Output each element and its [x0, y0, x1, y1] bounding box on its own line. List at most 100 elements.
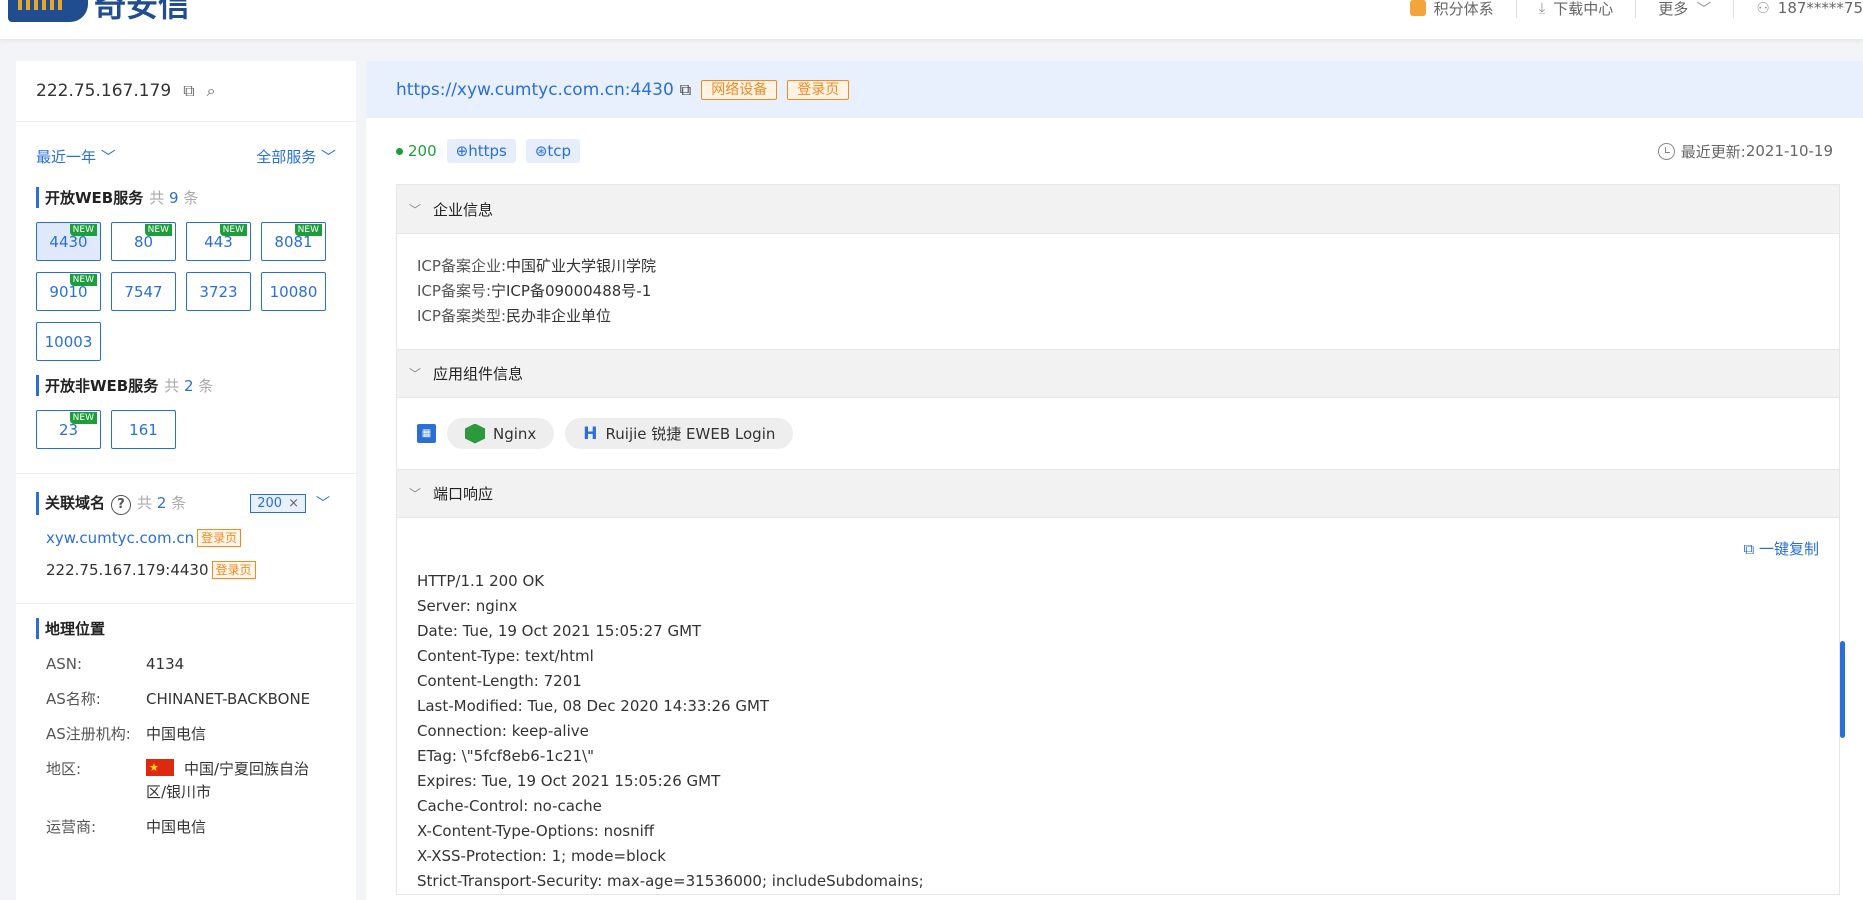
- geo-value: 中国电信: [146, 816, 316, 839]
- non-web-services-title-text: 开放非WEB服务: [45, 377, 159, 395]
- count-prefix: 共: [164, 377, 180, 395]
- geo-row: 地区: 中国/宁夏回族自治区/银川市: [46, 756, 356, 804]
- search-icon[interactable]: ⌕: [207, 81, 216, 101]
- nav-user[interactable]: ⚇ 187*****75: [1734, 0, 1863, 18]
- geo-table: ASN: 4134 AS名称: CHINANET-BACKBONE AS注册机构: 中国电…: [16, 653, 356, 839]
- components-grid-icon: ▦: [417, 424, 436, 443]
- tag-login: 登录页: [787, 79, 850, 100]
- port-button-80[interactable]: 80 NEW: [111, 222, 176, 261]
- component-label: Ruijie 锐捷 EWEB Login: [605, 425, 776, 443]
- web-port-grid: 4430 NEW 80 NEW 443 NEW 8081 NEW 9010 NEW 7547 3723…: [16, 222, 346, 361]
- chevron-down-icon: ﹀: [409, 367, 422, 381]
- response-line: Cache-Control: no-cache: [417, 797, 602, 815]
- domain-link[interactable]: xyw.cumtyc.com.cn: [46, 529, 194, 547]
- nav-more[interactable]: 更多 ﹀: [1636, 0, 1735, 18]
- chevron-down-icon: ﹀: [320, 148, 336, 166]
- port-button-9010[interactable]: 9010 NEW: [36, 272, 101, 311]
- copy-icon[interactable]: ⧉: [183, 81, 194, 101]
- components-header[interactable]: ﹀ 应用组件信息: [397, 349, 1839, 398]
- nav-more-label: 更多: [1658, 0, 1689, 18]
- related-domain-item: xyw.cumtyc.com.cn 登录页: [16, 528, 356, 547]
- related-domain-item: 222.75.167.179:4430 登录页: [16, 560, 356, 579]
- related-domain-list: xyw.cumtyc.com.cn 登录页 222.75.167.179:4430 登…: [16, 528, 356, 579]
- url-bar: https://xyw.cumtyc.com.cn:4430 ⧉ 网络设备 登录…: [366, 61, 1863, 118]
- port-label: 161: [129, 420, 158, 439]
- enterprise-card: ﹀ 企业信息 ICP备案企业:中国矿业大学银川学院 ICP备案号:宁ICP备090…: [396, 184, 1840, 895]
- response-line: Last-Modified: Tue, 08 Dec 2020 14:33:26…: [417, 697, 770, 715]
- port-button-161[interactable]: 161: [111, 410, 176, 449]
- scrollbar-thumb[interactable]: [1840, 641, 1845, 738]
- port-label: 7547: [124, 282, 163, 301]
- nav-user-label: 187*****75: [1777, 0, 1863, 17]
- port-response-title: 端口响应: [433, 485, 494, 503]
- china-flag-icon: [146, 756, 174, 779]
- service-filter-label: 全部服务: [256, 148, 317, 166]
- chevron-down-icon: ﹀: [409, 202, 422, 217]
- port-button-10080[interactable]: 10080: [261, 272, 326, 311]
- port-button-443[interactable]: 443 NEW: [186, 222, 251, 261]
- enterprise-header[interactable]: ﹀ 企业信息: [397, 185, 1839, 234]
- icp-row: ICP备案号:宁ICP备09000488号-1: [417, 279, 1819, 304]
- brand-name: 奇安信: [94, 0, 191, 24]
- nav-download[interactable]: ⤓ 下载中心: [1517, 0, 1637, 18]
- brand-logo[interactable]: 奇安信: [8, 0, 190, 22]
- port-response-header[interactable]: ﹀ 端口响应: [397, 469, 1839, 518]
- count-suffix: 条: [171, 494, 187, 512]
- status-filter-chip[interactable]: 200 ×: [250, 493, 306, 513]
- clock-icon: [1657, 142, 1675, 160]
- nav-points[interactable]: 积分体系: [1388, 0, 1517, 18]
- close-icon[interactable]: ×: [288, 496, 299, 511]
- top-bar: 奇安信 积分体系 ⤓ 下载中心 更多 ﹀ ⚇ 187*****75: [0, 0, 1863, 40]
- left-panel: 222.75.167.179 ⧉ ⌕ 最近一年 ﹀ 全部服务 ﹀ 开放WEB服务…: [16, 61, 356, 900]
- protocol-label: tcp: [547, 142, 572, 160]
- geo-value-text: 中国电信: [146, 724, 207, 743]
- response-line: ETag: \"5fcf8eb6-1c21\": [417, 747, 595, 765]
- network-icon: ⊛: [534, 142, 548, 160]
- port-button-10003[interactable]: 10003: [36, 322, 101, 361]
- chevron-down-icon[interactable]: ﹀: [316, 493, 330, 513]
- geo-key: AS名称:: [46, 689, 101, 708]
- help-icon[interactable]: ?: [111, 494, 132, 515]
- response-line: Connection: keep-alive: [417, 722, 589, 740]
- icp-value: 民办非企业单位: [506, 307, 612, 325]
- time-filter-dropdown[interactable]: 最近一年 ﹀: [36, 146, 116, 167]
- service-filter-dropdown[interactable]: 全部服务 ﹀: [256, 146, 336, 167]
- web-services-title: 开放WEB服务 共 9 条: [36, 187, 356, 208]
- updated-label: 最近更新:: [1680, 142, 1746, 161]
- main-panel: https://xyw.cumtyc.com.cn:4430 ⧉ 网络设备 登录…: [366, 61, 1863, 900]
- count-suffix: 条: [183, 189, 199, 207]
- copy-icon[interactable]: ⧉: [680, 80, 691, 100]
- component-nginx[interactable]: Nginx: [447, 418, 555, 449]
- ruijie-icon: H: [583, 423, 598, 444]
- copy-all-label: 一键复制: [1758, 540, 1819, 558]
- new-badge: NEW: [294, 224, 322, 236]
- components-body: ▦ Nginx H Ruijie 锐捷 EWEB Login: [397, 398, 1839, 469]
- geo-row: 运营商: 中国电信: [46, 816, 356, 839]
- tag-device: 网络设备: [701, 79, 778, 100]
- geo-key: 运营商:: [46, 817, 97, 836]
- components-title: 应用组件信息: [433, 365, 524, 383]
- port-button-4430[interactable]: 4430 NEW: [36, 222, 101, 261]
- web-services-title-text: 开放WEB服务: [45, 189, 144, 207]
- protocol-https: ⊕https: [446, 139, 516, 163]
- port-button-7547[interactable]: 7547: [111, 272, 176, 311]
- geo-row: AS名称: CHINANET-BACKBONE: [46, 688, 356, 711]
- coins-icon: [1409, 0, 1426, 16]
- protocol-label: https: [468, 142, 507, 160]
- icp-value: 中国矿业大学银川学院: [506, 257, 657, 275]
- geo-key: 地区:: [46, 759, 82, 778]
- enterprise-body: ICP备案企业:中国矿业大学银川学院 ICP备案号:宁ICP备09000488号-…: [397, 234, 1839, 349]
- port-button-23[interactable]: 23 NEW: [36, 410, 101, 449]
- related-domains-header: 关联域名 ? 共 2 条 200 × ﹀: [16, 492, 356, 515]
- count-value: 2: [156, 494, 167, 512]
- service-url-link[interactable]: https://xyw.cumtyc.com.cn:4430: [396, 80, 674, 100]
- response-line: Server: nginx: [417, 597, 518, 615]
- port-button-3723[interactable]: 3723: [186, 272, 251, 311]
- domain-text: 222.75.167.179:4430: [46, 560, 209, 579]
- count-value: 2: [184, 377, 194, 395]
- port-button-8081[interactable]: 8081 NEW: [261, 222, 326, 261]
- copy-all-button[interactable]: ⧉ 一键复制: [1743, 538, 1819, 559]
- meta-row: 200 ⊕https ⊛tcp 最近更新: 2021-10-19: [366, 118, 1863, 184]
- component-ruijie[interactable]: H Ruijie 锐捷 EWEB Login: [565, 418, 794, 449]
- port-label: 10080: [269, 282, 318, 301]
